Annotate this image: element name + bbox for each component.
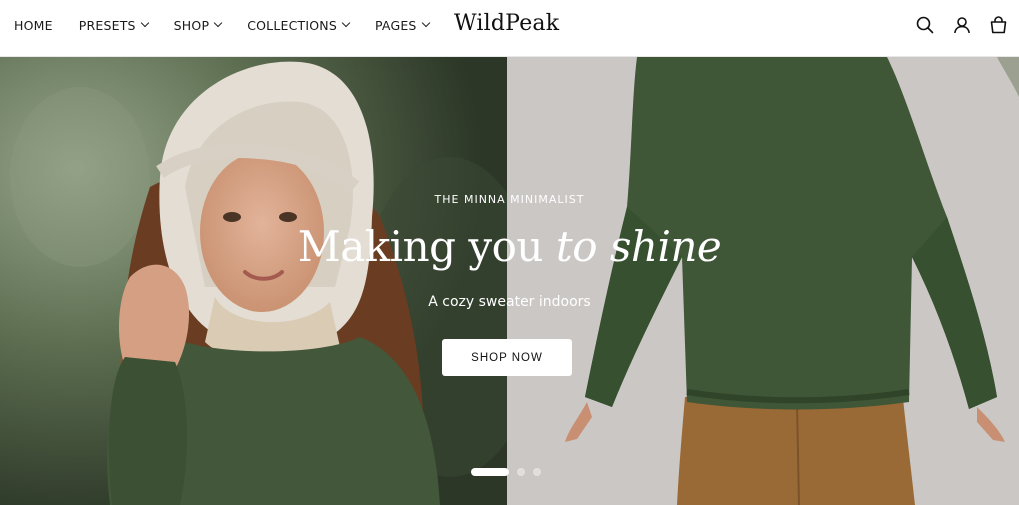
main-nav: HOME PRESETS SHOP COLLECTIONS PAGES [14, 0, 455, 50]
hero-subline: A cozy sweater indoors [428, 294, 591, 310]
hero-image-right-illustration [507, 57, 1019, 505]
nav-item-label: COLLECTIONS [247, 17, 337, 33]
site-logo[interactable]: WildPeak [454, 11, 559, 36]
account-icon[interactable] [951, 14, 972, 35]
nav-item-label: PRESETS [78, 17, 136, 33]
nav-item-collections[interactable]: COLLECTIONS [247, 17, 351, 33]
search-icon[interactable] [914, 14, 935, 35]
chevron-down-icon [421, 18, 430, 28]
slide-dot[interactable] [533, 468, 541, 476]
hero-headline-regular: Making you [297, 222, 556, 271]
header-icons [914, 14, 1009, 35]
nav-item-label: SHOP [173, 17, 210, 33]
hero-image-left [0, 57, 540, 505]
cart-icon[interactable] [988, 14, 1009, 35]
nav-item-label: PAGES [374, 17, 417, 33]
slide-dot-active[interactable] [471, 468, 509, 476]
slider-pagination [471, 468, 541, 476]
hero-headline: Making you to shine [0, 222, 1019, 271]
hero-headline-italic: to shine [555, 222, 722, 271]
nav-item-presets[interactable]: PRESETS [78, 17, 149, 33]
hero-image-right [507, 57, 1019, 505]
hero-banner: THE MINNA MINIMALIST Making you to shine… [0, 57, 1019, 505]
chevron-down-icon [140, 18, 149, 28]
nav-item-label: HOME [14, 17, 53, 33]
slide-dot[interactable] [517, 468, 525, 476]
chevron-down-icon [341, 18, 351, 28]
site-header: HOME PRESETS SHOP COLLECTIONS PAGES Wild… [0, 0, 1019, 57]
nav-item-shop[interactable]: SHOP [173, 17, 223, 33]
shop-now-button[interactable]: SHOP NOW [442, 339, 572, 376]
hero-image-left-illustration [0, 57, 540, 505]
nav-item-pages[interactable]: PAGES [374, 17, 430, 33]
chevron-down-icon [213, 18, 223, 28]
hero-eyebrow: THE MINNA MINIMALIST [434, 193, 585, 206]
nav-item-home[interactable]: HOME [14, 18, 53, 33]
